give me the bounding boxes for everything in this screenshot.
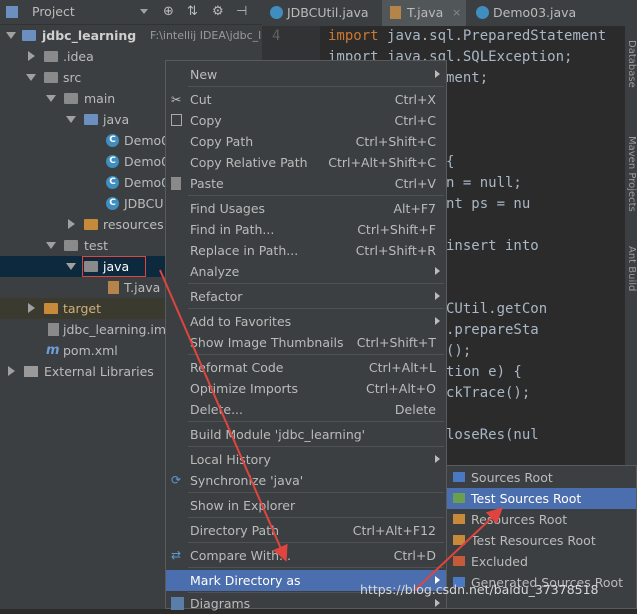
annotation-arrows bbox=[159, 269, 503, 591]
annotation-arrow-to-menu bbox=[159, 269, 288, 562]
annotation-arrow-to-submenu bbox=[414, 507, 503, 591]
watermark: https://blog.csdn.net/baidu_37378518 bbox=[360, 582, 599, 597]
